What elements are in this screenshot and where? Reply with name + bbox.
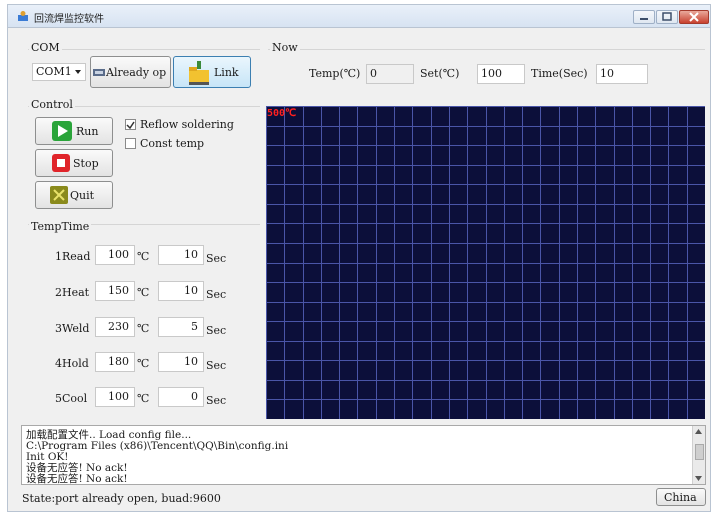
time-field[interactable]: 10 [596,64,648,84]
minimize-button[interactable] [633,10,655,24]
scroll-up-icon[interactable] [695,429,702,434]
link-label: Link [214,66,239,79]
stage-name: 2Heat [55,286,90,299]
stage-time-field[interactable]: 10 [158,245,204,265]
time-label: Time(Sec) [531,67,588,80]
stage-temp-field[interactable]: 100 [95,245,135,265]
stage-name: 4Hold [55,357,89,370]
stage-temp-field[interactable]: 180 [95,352,135,372]
stage-temp-unit: ℃ [137,250,150,263]
chart-canvas: 500℃ [266,106,706,420]
play-icon [52,121,72,141]
quit-icon [50,186,68,204]
temp-label: Temp(℃) [309,67,361,80]
com-group-border [28,49,260,50]
scroll-down-icon[interactable] [695,476,702,481]
port-value: COM1 [36,65,72,78]
quit-label: Quit [70,189,95,202]
stage-temp-unit: ℃ [137,392,150,405]
quit-button[interactable]: Quit [35,181,113,209]
close-icon [689,12,699,22]
maximize-button[interactable] [656,10,678,24]
run-button[interactable]: Run [35,117,113,145]
log-line: 设备无应答! No ack! [26,473,128,485]
stop-icon [52,154,70,172]
temperature-chart: 500℃ [266,106,706,420]
stage-time-unit: Sec [206,394,227,407]
const-temp-label: Const temp [140,137,205,150]
stage-time-unit: Sec [206,252,227,265]
close-button[interactable] [679,10,709,24]
link-button[interactable]: Link [173,56,251,88]
port-status-label: Already op [106,66,167,79]
now-group-label: Now [270,41,300,54]
minimize-icon [640,18,648,20]
checkmark-icon [126,121,135,130]
port-status-button[interactable]: Already op [90,56,171,88]
stage-time-unit: Sec [206,324,227,337]
serial-port-icon [93,69,105,76]
log-scrollbar[interactable] [692,426,705,484]
stage-time-field[interactable]: 10 [158,281,204,301]
control-group-label: Control [29,98,75,111]
current-temp-field: 0 [366,64,414,84]
window-title: 回流焊监控软件 [34,14,104,25]
stage-temp-unit: ℃ [137,286,150,299]
stage-temp-unit: ℃ [137,357,150,370]
language-label: China [664,491,697,504]
log-textbox[interactable]: 加载配置文件.. Load config file... C:\Program … [21,425,706,485]
stage-time-field[interactable]: 0 [158,387,204,407]
const-temp-checkbox[interactable] [125,138,136,149]
stop-label: Stop [73,157,99,170]
reflow-checkbox[interactable] [125,119,136,130]
stage-name: 3Weld [55,322,90,335]
title-bar: 回流焊监控软件 [7,4,711,28]
scroll-thumb[interactable] [695,444,704,460]
stage-time-field[interactable]: 5 [158,317,204,337]
chevron-down-icon [75,70,81,74]
stage-temp-field[interactable]: 230 [95,317,135,337]
stop-button[interactable]: Stop [35,149,113,177]
run-label: Run [76,125,99,138]
stage-time-unit: Sec [206,359,227,372]
folder-link-icon [189,61,209,85]
stage-name: 1Read [55,250,91,263]
stage-temp-unit: ℃ [137,322,150,335]
port-select[interactable]: COM1 [32,63,86,81]
app-icon [18,11,28,21]
stage-time-unit: Sec [206,288,227,301]
reflow-label: Reflow soldering [140,118,234,131]
language-button[interactable]: China [656,488,706,506]
chart-max-label: 500℃ [267,108,296,119]
stage-name: 5Cool [55,392,88,405]
now-group-border [268,49,705,50]
com-group-label: COM [29,41,62,54]
set-temp-field[interactable]: 100 [477,64,525,84]
maximize-icon [662,12,672,21]
set-temp-label: Set(℃) [420,67,460,80]
stage-time-field[interactable]: 10 [158,352,204,372]
temptime-group-label: TempTime [29,220,92,233]
stage-temp-field[interactable]: 150 [95,281,135,301]
status-text: State:port already open, buad:9600 [22,492,221,505]
stage-temp-field[interactable]: 100 [95,387,135,407]
